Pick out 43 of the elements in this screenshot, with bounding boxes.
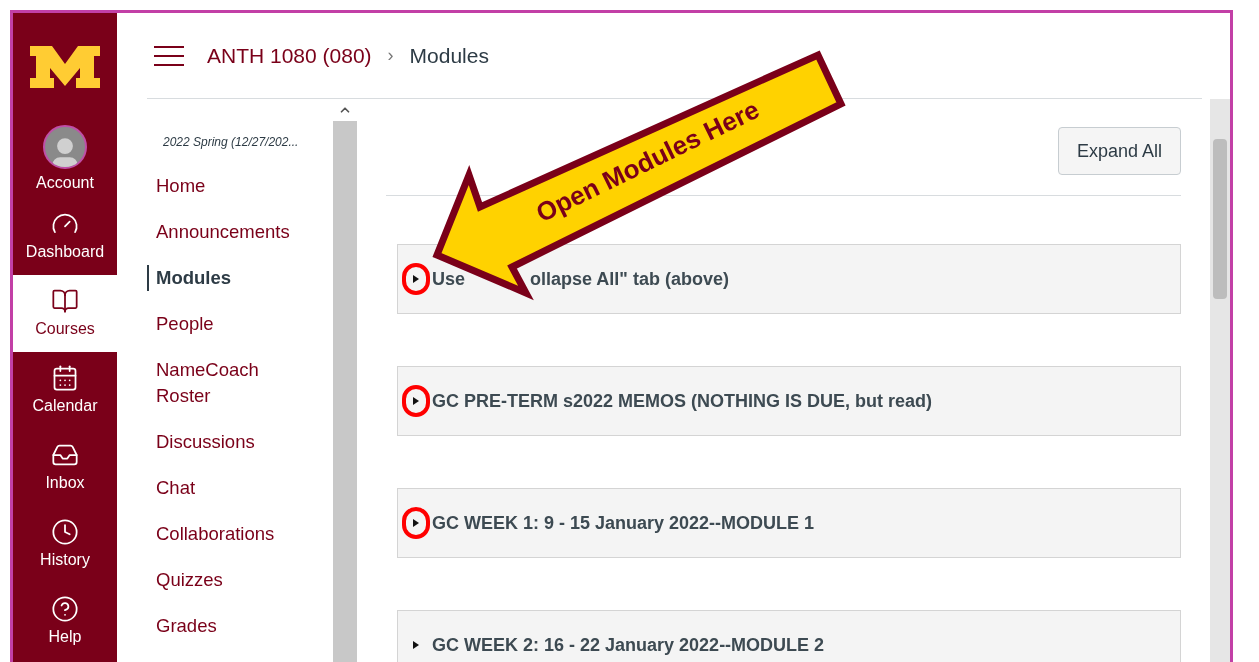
breadcrumb-current: Modules bbox=[409, 42, 489, 69]
caret-icon[interactable] bbox=[413, 397, 419, 405]
module-title: GC PRE-TERM s2022 MEMOS (NOTHING IS DUE, but read) bbox=[432, 389, 933, 413]
calendar-icon bbox=[51, 363, 79, 392]
course-nav-link[interactable]: Home bbox=[156, 173, 306, 199]
clock-icon bbox=[51, 517, 79, 546]
breadcrumb-separator: › bbox=[387, 44, 394, 67]
course-nav-link[interactable]: Quizzes bbox=[156, 567, 306, 593]
nav-item[interactable]: Dashboard bbox=[13, 198, 117, 275]
course-nav-link[interactable]: Grades bbox=[156, 613, 306, 639]
term-label: 2022 Spring (12/27/202... bbox=[162, 134, 300, 151]
scrollbar-track[interactable] bbox=[333, 99, 357, 662]
module-title: ollapse All" tab (above) bbox=[530, 267, 729, 291]
course-nav-link[interactable]: Discussions bbox=[156, 429, 306, 455]
module-title: GC WEEK 1: 9 - 15 January 2022--MODULE 1 bbox=[432, 511, 815, 535]
course-nav-link[interactable]: Chat bbox=[156, 475, 306, 501]
caret-icon[interactable] bbox=[413, 641, 419, 649]
nav-item[interactable]: Courses bbox=[13, 275, 117, 352]
course-nav-link[interactable]: People bbox=[156, 311, 306, 337]
nav-item[interactable]: History bbox=[13, 506, 117, 583]
breadcrumb-link[interactable]: ANTH 1080 (080) bbox=[207, 39, 372, 72]
nav-item[interactable]: Calendar bbox=[13, 352, 117, 429]
help-icon bbox=[51, 594, 79, 623]
course-nav-link[interactable]: Modules bbox=[156, 265, 306, 291]
nav-item[interactable]: Account bbox=[13, 121, 117, 198]
module-header[interactable]: GC PRE-TERM s2022 MEMOS (NOTHING IS DUE, but read) bbox=[397, 366, 1181, 436]
menu-icon[interactable] bbox=[153, 44, 185, 67]
caret-icon[interactable] bbox=[413, 519, 419, 527]
nav-item[interactable]: Inbox bbox=[13, 429, 117, 506]
avatar-icon bbox=[43, 124, 87, 169]
module-header[interactable]: Use ollapse All" tab (above) bbox=[397, 244, 1181, 314]
course-nav-link[interactable]: Collaborations bbox=[156, 521, 306, 547]
caret-icon[interactable] bbox=[413, 275, 419, 283]
module-title: GC WEEK 2: 16 - 22 January 2022--MODULE 2 bbox=[432, 633, 825, 657]
course-nav-link[interactable]: NameCoach Roster bbox=[156, 357, 306, 409]
module-header[interactable]: GC WEEK 2: 16 - 22 January 2022--MODULE 2 bbox=[397, 610, 1181, 662]
module-header[interactable]: GC WEEK 1: 9 - 15 January 2022--MODULE 1 bbox=[397, 488, 1181, 558]
expand-all-button[interactable]: Expand All bbox=[1057, 127, 1181, 175]
logo-icon bbox=[28, 46, 102, 88]
page-scrollbar[interactable] bbox=[1210, 99, 1230, 662]
course-nav-link[interactable]: Announcements bbox=[156, 219, 306, 245]
nav-item[interactable]: Help bbox=[13, 583, 117, 660]
module-title: Use bbox=[432, 267, 467, 291]
